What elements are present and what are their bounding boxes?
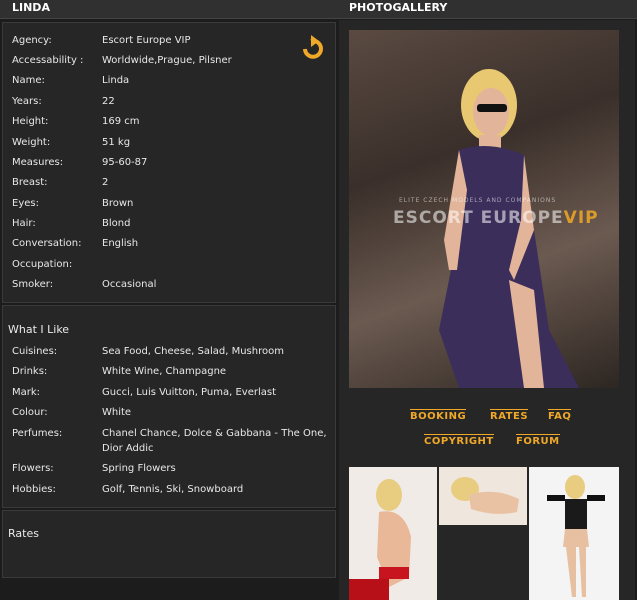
profile-column: Linda Agency: Escort Europe VIP Accessabi… [0,0,337,600]
label: Measures: [12,157,64,168]
value: 2 [102,177,109,188]
forum-link[interactable]: FORUM [516,434,560,448]
label: Weight: [12,137,51,148]
value: White Wine, Champagne [102,366,227,377]
value: Blond [102,218,131,229]
value: Sea Food, Cheese, Salad, Mushroom [102,346,284,357]
faq-link[interactable]: FAQ [548,409,572,423]
copyright-link[interactable]: COPYRIGHT [424,434,494,448]
rates-link[interactable]: RATES [490,409,529,423]
gallery-thumbnail[interactable] [439,467,527,525]
label: Cuisines: [12,346,58,357]
value: Worldwide,Prague, Pilsner [102,55,232,66]
label: Hobbies: [12,484,56,495]
undo-arrow-icon[interactable] [297,35,325,63]
watermark-subtitle: ELITE CZECH MODELS AND COMPANIONS [399,197,557,204]
label: Breast: [12,177,48,188]
label: Accessability : [12,55,84,66]
rates-title: Rates [8,527,39,540]
value: Dior Addic [102,443,154,454]
value: Chanel Chance, Dolce & Gabbana - The One… [102,428,327,439]
label: Agency: [12,35,52,46]
label: Occupation: [12,259,73,270]
value: Golf, Tennis, Ski, Snowboard [102,484,244,495]
value: Occasional [102,279,157,290]
label: Flowers: [12,463,54,474]
value: Escort Europe VIP [102,35,191,46]
label: Eyes: [12,198,39,209]
profile-header: Linda [0,0,337,19]
gallery-thumbnail[interactable] [349,467,437,600]
likes-title: What I Like [8,323,70,336]
profile-panel: Agency: Escort Europe VIP Accessability :… [2,22,336,303]
value: Linda [102,75,130,86]
value: Brown [102,198,134,209]
label: Mark: [12,387,41,398]
booking-link[interactable]: BOOKING [410,409,467,423]
value: White [102,407,132,418]
thumbnail-illustration [547,475,605,597]
value: Gucci, Luis Vuitton, Puma, Everlast [102,387,277,398]
label: Height: [12,116,49,127]
value: 51 kg [102,137,131,148]
thumbnail-illustration [451,477,519,514]
value: 95-60-87 [102,157,148,168]
label: Colour: [12,407,48,418]
value: Spring Flowers [102,463,176,474]
label: Years: [12,96,42,107]
label: Perfumes: [12,428,63,439]
value: English [102,238,139,249]
thumbnail-illustration [349,479,411,600]
main-photo[interactable]: ELITE CZECH MODELS AND COMPANIONS ESCORT… [349,30,619,388]
label: Conversation: [12,238,82,249]
likes-panel: What I Like Cuisines: Sea Food, Cheese, S… [2,305,336,508]
watermark-vip: VIP [563,208,599,228]
gallery-thumbnail[interactable] [529,467,619,600]
gallery-header: Photogallery [337,0,637,19]
gallery-column: Photogallery ELITE CZECH MODELS AND COMP… [337,0,637,600]
label: Hair: [12,218,36,229]
label: Smoker: [12,279,54,290]
label: Name: [12,75,45,86]
value: 22 [102,96,115,107]
watermark-main: ESCORT EUROPE [393,208,564,228]
watermark-logo: ESCORT EUROPEVIP [393,208,599,228]
rates-panel: Rates [2,510,336,578]
value: 169 cm [102,116,140,127]
label: Drinks: [12,366,48,377]
